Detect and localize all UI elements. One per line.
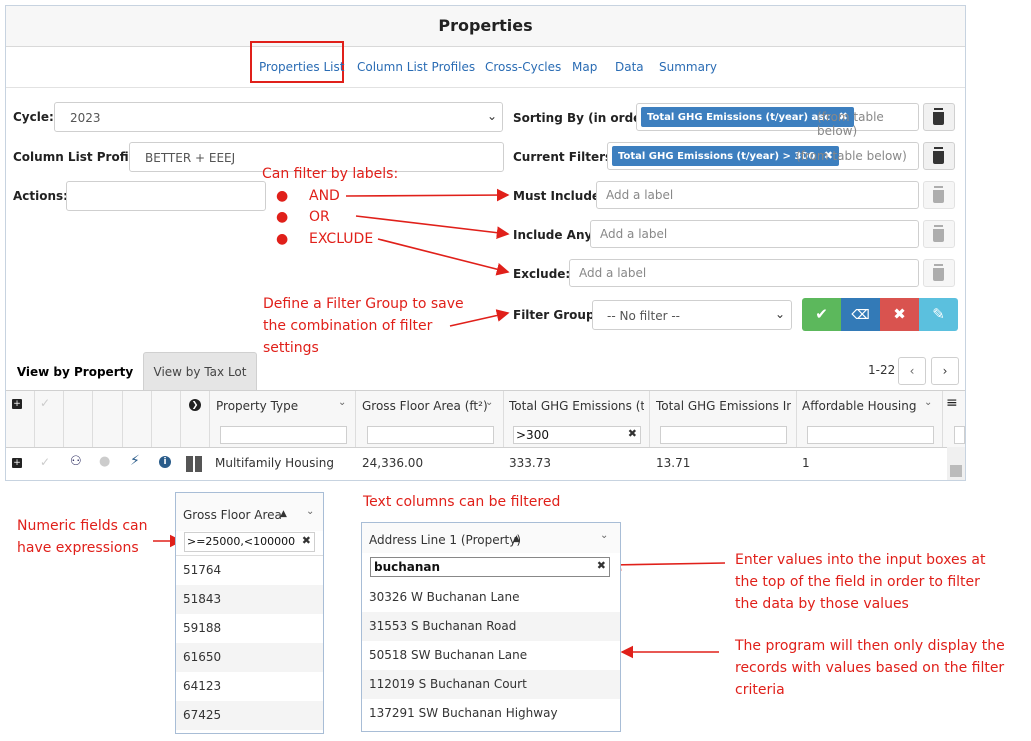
list-item: 30326 W Buchanan Lane (369, 590, 520, 604)
arrow-exclude (377, 238, 510, 276)
address-popup: Address Line 1 (Property) ▲ ⌄ buchanan ✖… (361, 522, 621, 732)
list-item: 137291 SW Buchanan Highway (369, 706, 558, 720)
popup-area-filter-value: >=25000,<100000 (187, 535, 296, 548)
popup-area-header[interactable]: Gross Floor Area (183, 508, 282, 522)
list-item: 31553 S Buchanan Road (362, 612, 620, 641)
sort-asc-icon: ▲ (513, 534, 520, 544)
arrow-or (355, 215, 510, 240)
close-icon[interactable]: ✖ (302, 534, 311, 547)
close-icon[interactable]: ✖ (597, 559, 606, 572)
popup-address-header[interactable]: Address Line 1 (Property) (369, 533, 521, 547)
list-item: 64123 (183, 679, 222, 693)
popup-address-list: 30326 W Buchanan Lane 31553 S Buchanan R… (362, 583, 620, 728)
arrow-enter (608, 558, 726, 572)
chevron-down-icon[interactable]: ⌄ (306, 506, 314, 517)
list-item: 61650 (176, 643, 323, 672)
popup-area-list: 51764 51843 59188 61650 64123 67425 (176, 555, 323, 730)
list-item: 59188 (183, 621, 222, 635)
gross-floor-area-popup: Gross Floor Area ▲ ⌄ >=25000,<100000 ✖ 5… (175, 492, 324, 734)
list-item: 67425 (176, 701, 323, 730)
sort-asc-icon: ▲ (280, 509, 287, 519)
list-item: 51843 (176, 585, 323, 614)
list-item: 112019 S Buchanan Court (362, 670, 620, 699)
list-item: 50518 SW Buchanan Lane (369, 648, 528, 662)
list-item: 51764 (183, 563, 222, 577)
arrow-filter-group (449, 309, 510, 327)
popup-address-filter-value: buchanan (374, 560, 441, 574)
popup-address-filter[interactable]: buchanan ✖ (370, 557, 610, 577)
chevron-down-icon[interactable]: ⌄ (600, 530, 608, 541)
arrow-and (345, 188, 510, 202)
popup-area-filter[interactable]: >=25000,<100000 ✖ (184, 532, 315, 552)
